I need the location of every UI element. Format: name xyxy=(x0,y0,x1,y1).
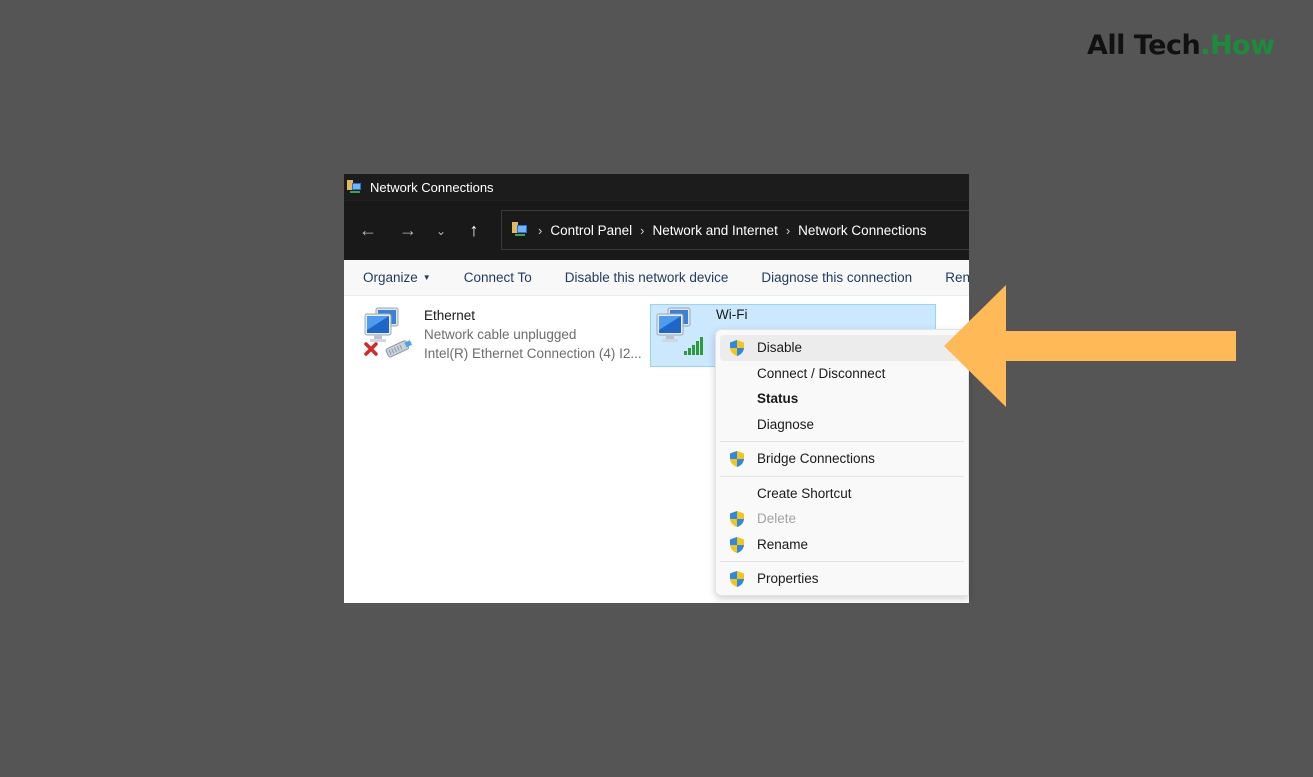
menu-item-properties[interactable]: Properties xyxy=(720,566,964,592)
menu-label: Properties xyxy=(757,571,819,587)
uac-shield-icon xyxy=(730,451,744,467)
menu-label: Diagnose xyxy=(757,416,815,432)
logo-accent: .How xyxy=(1200,30,1275,61)
menu-item-delete: Delete xyxy=(720,506,964,532)
ethernet-disconnected-icon xyxy=(364,307,412,358)
breadcrumb-separator: › xyxy=(785,222,791,238)
navigation-bar: ← → ⌄ ↑ › Control Panel › Network and In… xyxy=(344,200,969,260)
disable-device-button[interactable]: Disable this network device xyxy=(565,270,729,285)
caret-down-icon: ▼ xyxy=(422,273,431,282)
forward-button[interactable]: → xyxy=(388,220,428,241)
control-panel-location-icon xyxy=(512,222,527,236)
ethernet-status: Network cable unplugged xyxy=(424,327,577,342)
ethernet-adapter: Intel(R) Ethernet Connection (4) I2... xyxy=(424,346,642,361)
breadcrumb-network-and-internet[interactable]: Network and Internet xyxy=(653,223,778,238)
organize-button[interactable]: Organize ▼ xyxy=(363,270,431,285)
menu-label: Bridge Connections xyxy=(757,451,875,467)
connect-to-button[interactable]: Connect To xyxy=(464,270,532,285)
wifi-adapter-icon xyxy=(656,307,703,355)
menu-item-connect-disconnect[interactable]: Connect / Disconnect xyxy=(720,361,964,387)
menu-item-diagnose[interactable]: Diagnose xyxy=(720,412,964,438)
ethernet-name: Ethernet xyxy=(424,308,476,323)
wifi-name: Wi-Fi xyxy=(716,307,748,322)
breadcrumb-separator: › xyxy=(640,222,645,238)
menu-item-disable[interactable]: Disable xyxy=(720,335,964,361)
menu-label: Status xyxy=(757,391,799,407)
connection-item-ethernet[interactable]: Ethernet Network cable unplugged Intel(R… xyxy=(362,306,652,370)
rename-connection-button[interactable]: Rename this connection xyxy=(945,270,969,285)
address-bar[interactable]: › Control Panel › Network and Internet ›… xyxy=(501,210,969,250)
network-connections-icon xyxy=(347,180,361,193)
menu-label: Create Shortcut xyxy=(757,485,852,501)
menu-item-create-shortcut[interactable]: Create Shortcut xyxy=(720,481,964,507)
title-bar: Network Connections xyxy=(344,174,969,200)
menu-item-bridge-connections[interactable]: Bridge Connections xyxy=(720,446,964,472)
watermark-logo: All Tech.How xyxy=(1087,30,1275,61)
diagnose-connection-button[interactable]: Diagnose this connection xyxy=(761,270,912,285)
menu-separator xyxy=(720,561,964,562)
menu-item-status[interactable]: Status xyxy=(720,386,964,412)
menu-item-rename[interactable]: Rename xyxy=(720,532,964,558)
recent-locations-button[interactable]: ⌄ xyxy=(428,224,454,238)
menu-label: Connect / Disconnect xyxy=(757,365,886,381)
menu-separator xyxy=(720,441,964,442)
up-button[interactable]: ↑ xyxy=(454,220,494,241)
uac-shield-icon xyxy=(730,536,744,553)
breadcrumb-separator: › xyxy=(538,222,543,238)
uac-shield-icon xyxy=(730,571,744,587)
menu-label: Rename xyxy=(757,536,809,552)
menu-separator xyxy=(720,475,964,477)
menu-label: Disable xyxy=(757,340,803,356)
uac-shield-icon xyxy=(730,511,744,527)
context-menu: Disable Connect / Disconnect Status Diag… xyxy=(715,329,969,596)
back-button[interactable]: ← xyxy=(348,220,388,241)
annotation-arrow-icon xyxy=(944,285,1236,407)
arrow-shape xyxy=(944,285,1236,407)
breadcrumb-control-panel[interactable]: Control Panel xyxy=(550,223,632,238)
breadcrumb-network-connections[interactable]: Network Connections xyxy=(798,223,926,238)
logo-text: All Tech xyxy=(1087,30,1201,61)
window-title: Network Connections xyxy=(370,179,494,195)
command-toolbar: Organize ▼ Connect To Disable this networ… xyxy=(344,260,969,296)
organize-label: Organize xyxy=(363,270,418,285)
menu-label: Delete xyxy=(757,511,797,527)
uac-shield-icon xyxy=(730,340,744,356)
